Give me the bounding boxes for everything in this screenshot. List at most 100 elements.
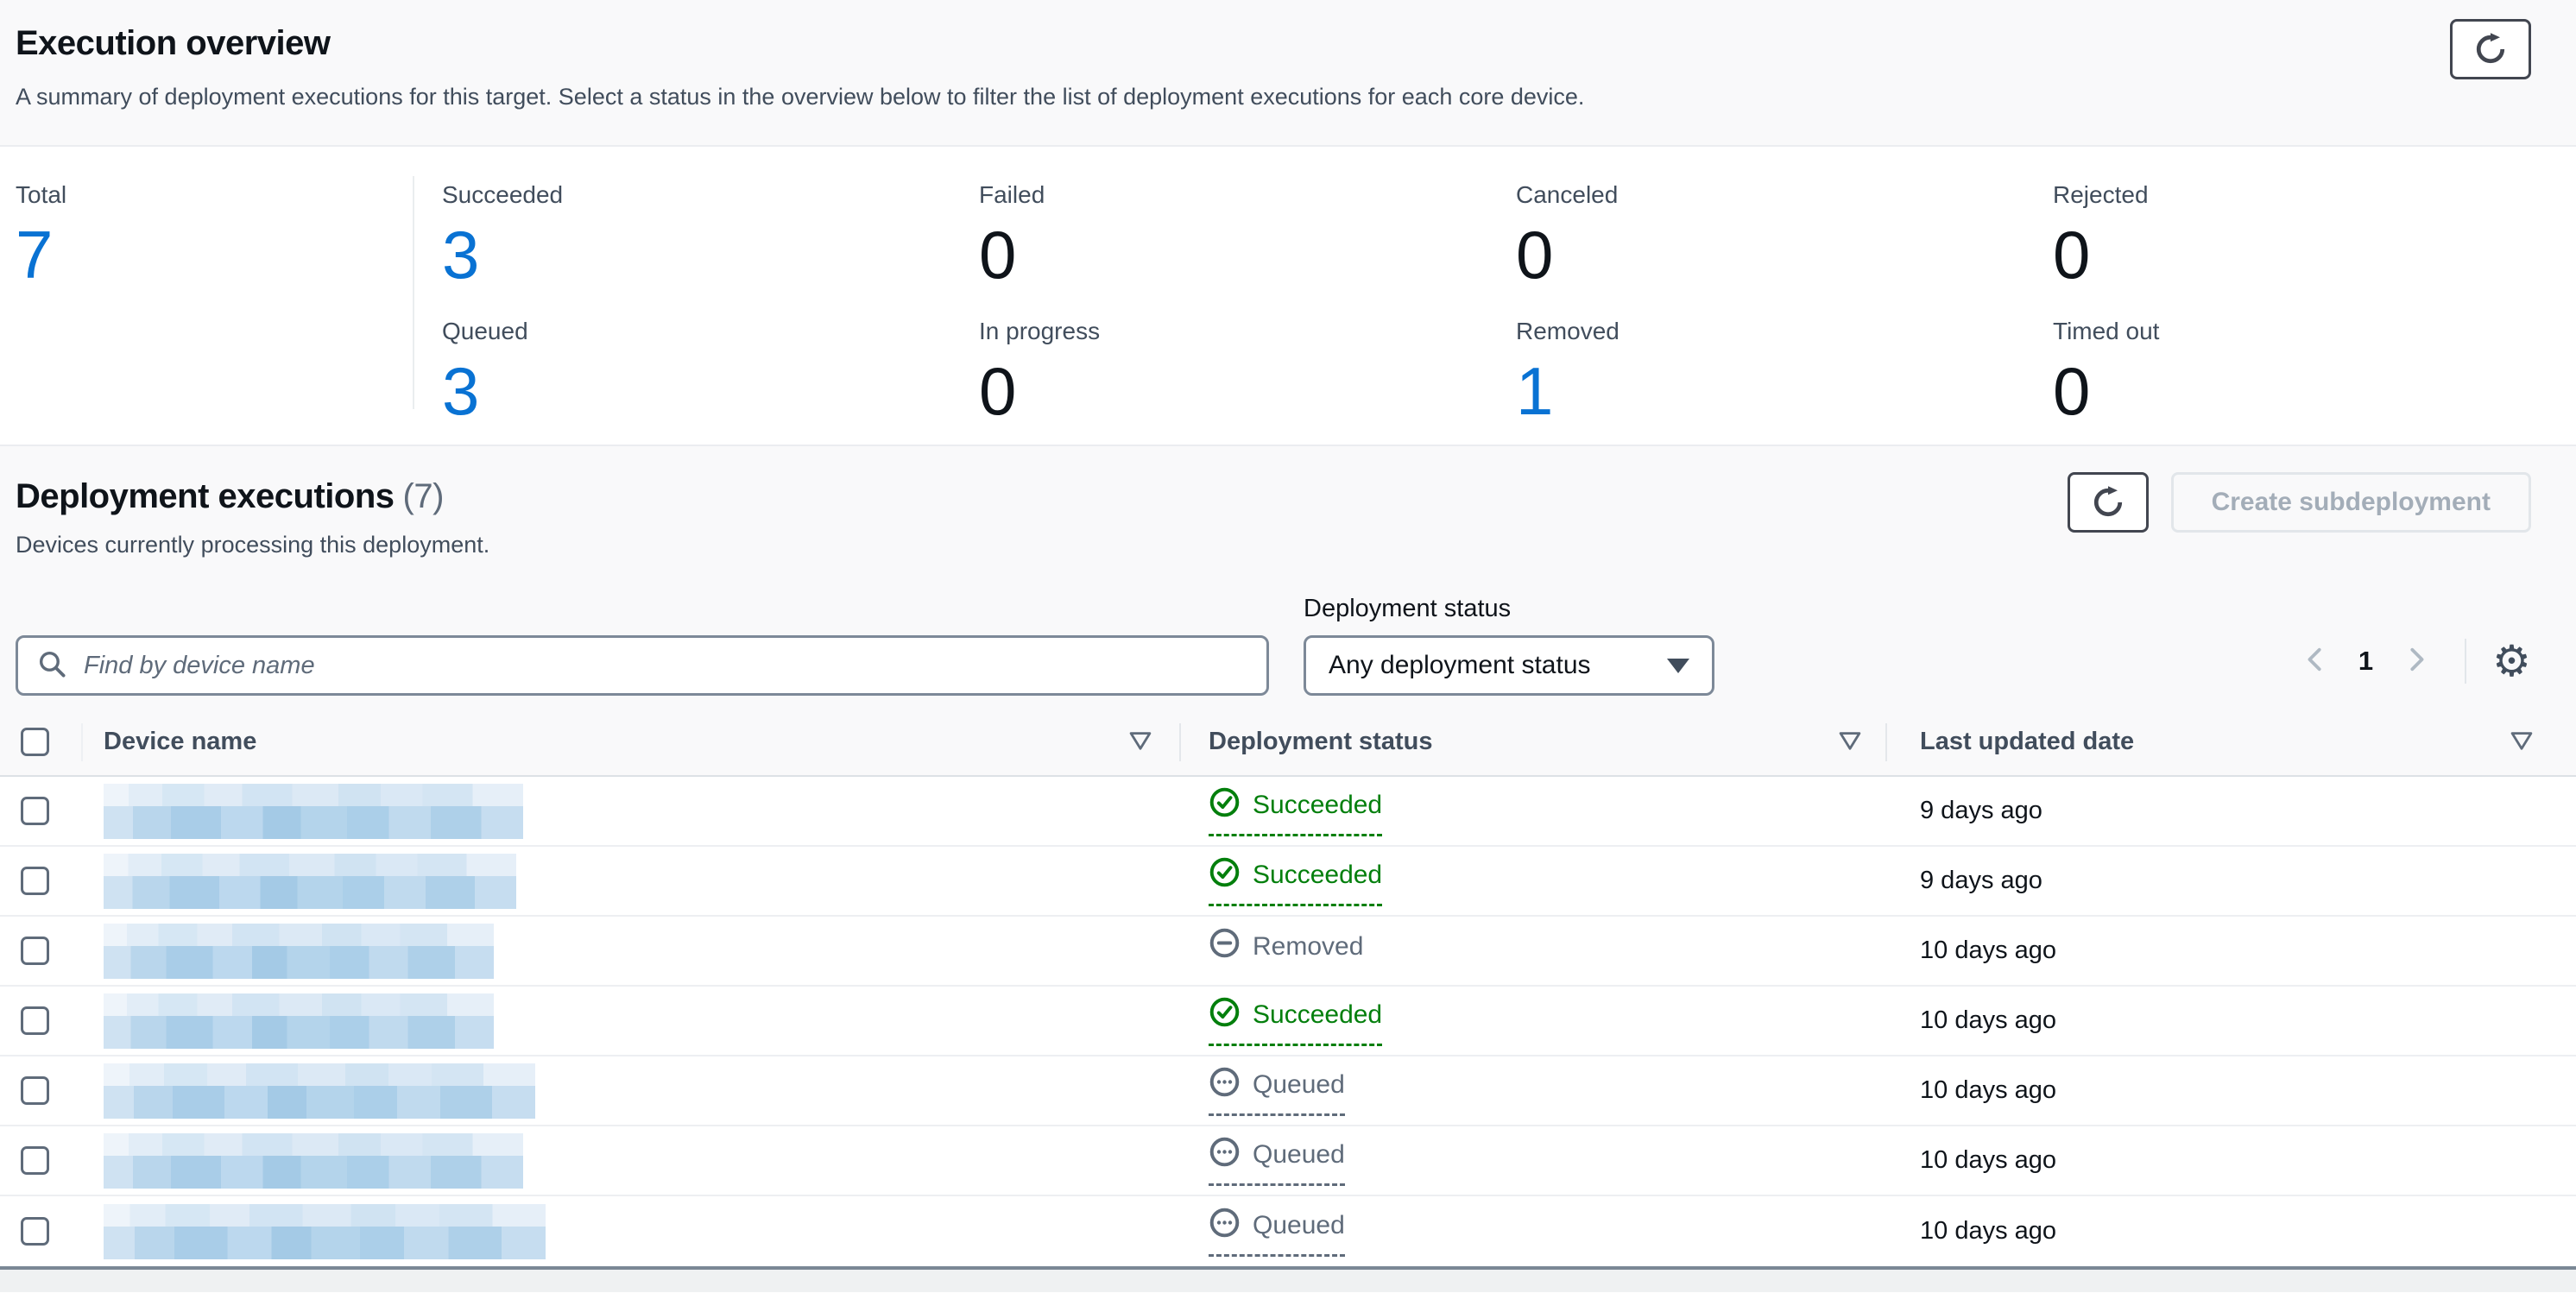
section-count: (7) bbox=[403, 477, 444, 515]
table-row: Queued 10 days ago bbox=[0, 1126, 2576, 1196]
device-name-cell bbox=[83, 993, 1181, 1049]
section-title-text: Deployment executions bbox=[16, 477, 395, 515]
last-updated-cell: 10 days ago bbox=[1887, 1076, 2576, 1105]
deployment-status-cell: Succeeded bbox=[1181, 996, 1887, 1046]
redaction-pixels bbox=[104, 854, 516, 876]
deployment-executions-header: Deployment executions(7) Devices current… bbox=[0, 446, 2576, 708]
page-title: Execution overview bbox=[16, 24, 2576, 63]
last-updated-cell: 10 days ago bbox=[1887, 1006, 2576, 1035]
deployment-status-cell: Removed bbox=[1181, 927, 1887, 974]
row-select-cell bbox=[0, 987, 83, 1055]
status-text: Queued bbox=[1253, 1211, 1345, 1240]
redaction-pixels bbox=[104, 784, 523, 806]
device-name-cell bbox=[83, 1204, 1181, 1259]
status-badge[interactable]: Succeeded bbox=[1209, 786, 1382, 836]
select-all-cell bbox=[0, 708, 83, 775]
chevron-right-icon bbox=[2403, 642, 2429, 681]
device-name-redacted[interactable] bbox=[104, 784, 523, 839]
device-name-cell bbox=[83, 854, 1181, 909]
redaction-pixels bbox=[104, 1016, 494, 1049]
stat-label: Total bbox=[16, 181, 66, 209]
row-checkbox[interactable] bbox=[21, 1006, 49, 1035]
device-name-redacted[interactable] bbox=[104, 924, 494, 979]
stat-total-value[interactable]: 7 bbox=[16, 221, 66, 290]
row-checkbox[interactable] bbox=[21, 1146, 49, 1175]
device-name-redacted[interactable] bbox=[104, 854, 516, 909]
last-updated-text: 10 days ago bbox=[1920, 1006, 2056, 1034]
stat-value[interactable]: 3 bbox=[442, 221, 979, 290]
stat-value[interactable]: 1 bbox=[1516, 357, 2053, 426]
pagination: 1 ⚙ bbox=[2298, 639, 2531, 684]
status-text: Queued bbox=[1253, 1140, 1345, 1170]
column-label: Last updated date bbox=[1920, 728, 2134, 756]
section-actions: Create subdeployment bbox=[2068, 472, 2531, 533]
device-name-redacted[interactable] bbox=[104, 993, 494, 1049]
last-updated-text: 10 days ago bbox=[1920, 1217, 2056, 1245]
stat-value: 0 bbox=[979, 221, 1516, 290]
page-description: A summary of deployment executions for t… bbox=[16, 84, 2576, 110]
stat-failed: Failed 0 bbox=[979, 181, 1516, 290]
table-row: Succeeded 9 days ago bbox=[0, 847, 2576, 917]
page-footer-strip bbox=[0, 1270, 2576, 1292]
stat-queued: Queued 3 bbox=[442, 318, 979, 426]
filter-icon[interactable] bbox=[2509, 728, 2535, 754]
check-circle-icon bbox=[1209, 786, 1241, 825]
column-label: Device name bbox=[104, 728, 256, 756]
deployment-status-cell: Succeeded bbox=[1181, 786, 1887, 836]
device-name-redacted[interactable] bbox=[104, 1063, 535, 1119]
row-checkbox[interactable] bbox=[21, 937, 49, 965]
row-checkbox[interactable] bbox=[21, 867, 49, 895]
deployment-status-filter: Deployment status Any deployment status bbox=[1304, 595, 1714, 696]
stat-label: Queued bbox=[442, 318, 979, 345]
device-name-redacted[interactable] bbox=[104, 1133, 523, 1189]
stat-rejected: Rejected 0 bbox=[2053, 181, 2576, 290]
status-badge[interactable]: Succeeded bbox=[1209, 856, 1382, 906]
last-updated-text: 9 days ago bbox=[1920, 797, 2042, 824]
current-page-number[interactable]: 1 bbox=[2358, 646, 2373, 677]
table-row: Removed 10 days ago bbox=[0, 917, 2576, 987]
last-updated-text: 10 days ago bbox=[1920, 1076, 2056, 1104]
status-badge[interactable]: Queued bbox=[1209, 1066, 1345, 1116]
next-page-button[interactable] bbox=[2399, 644, 2434, 678]
redaction-pixels bbox=[104, 876, 516, 909]
stat-value: 0 bbox=[2053, 357, 2576, 426]
last-updated-text: 9 days ago bbox=[1920, 867, 2042, 894]
status-badge[interactable]: Removed bbox=[1209, 927, 1363, 974]
search-input[interactable] bbox=[82, 651, 1247, 681]
stat-value: 0 bbox=[979, 357, 1516, 426]
device-name-cell bbox=[83, 784, 1181, 839]
filter-icon[interactable] bbox=[1127, 728, 1153, 754]
status-badge[interactable]: Succeeded bbox=[1209, 996, 1382, 1046]
selected-status: Any deployment status bbox=[1329, 651, 1591, 680]
deployment-status-select[interactable]: Any deployment status bbox=[1304, 635, 1714, 696]
previous-page-button[interactable] bbox=[2298, 644, 2333, 678]
deployment-executions-table: Device name Deployment status Last updat… bbox=[0, 708, 2576, 1270]
refresh-table-button[interactable] bbox=[2068, 472, 2149, 533]
row-select-cell bbox=[0, 1126, 83, 1195]
refresh-overview-button[interactable] bbox=[2450, 19, 2531, 79]
row-select-cell bbox=[0, 1196, 83, 1266]
table-row: Succeeded 10 days ago bbox=[0, 987, 2576, 1056]
row-checkbox[interactable] bbox=[21, 1076, 49, 1105]
select-all-checkbox[interactable] bbox=[21, 728, 49, 756]
status-text: Succeeded bbox=[1253, 1000, 1382, 1030]
status-badge[interactable]: Queued bbox=[1209, 1207, 1345, 1257]
device-name-redacted[interactable] bbox=[104, 1204, 546, 1259]
status-text: Succeeded bbox=[1253, 861, 1382, 890]
status-badge[interactable]: Queued bbox=[1209, 1136, 1345, 1186]
deployment-status-cell: Succeeded bbox=[1181, 856, 1887, 906]
row-select-cell bbox=[0, 777, 83, 845]
execution-overview-page: Execution overview A summary of deployme… bbox=[0, 0, 2576, 1293]
column-header-deployment-status: Deployment status bbox=[1181, 708, 1887, 775]
last-updated-cell: 10 days ago bbox=[1887, 937, 2576, 965]
row-checkbox[interactable] bbox=[21, 1217, 49, 1246]
stat-label: Canceled bbox=[1516, 181, 2053, 209]
create-subdeployment-button[interactable]: Create subdeployment bbox=[2171, 472, 2531, 533]
stat-value[interactable]: 3 bbox=[442, 357, 979, 426]
deployment-status-cell: Queued bbox=[1181, 1136, 1887, 1186]
section-description: Devices currently processing this deploy… bbox=[16, 532, 2576, 558]
row-checkbox[interactable] bbox=[21, 797, 49, 825]
filter-icon[interactable] bbox=[1837, 728, 1863, 754]
last-updated-cell: 10 days ago bbox=[1887, 1146, 2576, 1175]
table-settings-button[interactable]: ⚙ bbox=[2492, 640, 2531, 683]
